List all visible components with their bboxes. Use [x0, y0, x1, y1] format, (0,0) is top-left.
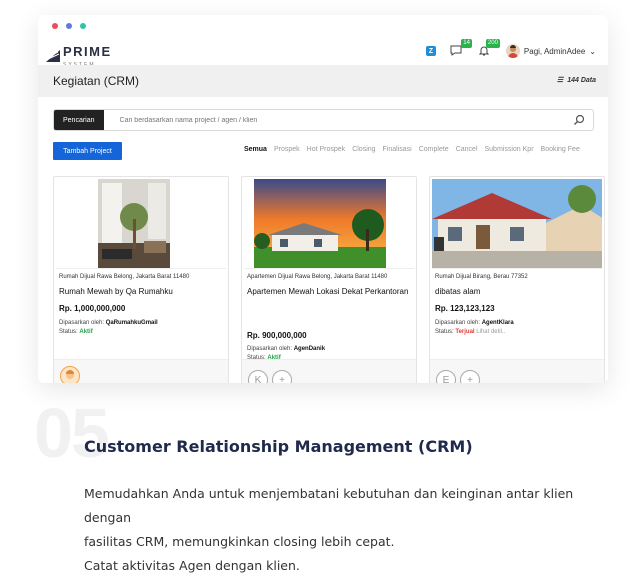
- card-price: Rp. 900,000,000: [247, 331, 307, 340]
- app-screenshot-mockup: PRIME SYSTEM Z 14 200 Pagi, AdminAdee ⌄ …: [38, 15, 608, 383]
- project-cards: Rumah Dijual Rawa Belong, Jakarta Barat …: [53, 176, 605, 383]
- marketed-by-label: Dipasarkan oleh:: [435, 320, 481, 326]
- tab-finalisasi[interactable]: Finalisasi: [383, 146, 412, 153]
- status-value: Aktif: [79, 329, 93, 335]
- marketed-by-label: Dipasarkan oleh:: [247, 346, 293, 352]
- messages-count: 14: [461, 39, 472, 48]
- feature-desc-line: Catat aktivitas Agen dengan klien.: [84, 558, 300, 573]
- agent-avatar[interactable]: [60, 366, 80, 383]
- feature-number: 05: [34, 394, 110, 472]
- detail-link[interactable]: Lihat detil..: [476, 329, 505, 335]
- tab-closing[interactable]: Closing: [352, 146, 375, 153]
- status-tabs: Semua Prospek Hot Prospek Closing Finali…: [244, 146, 580, 153]
- card-footer: E +: [430, 359, 604, 383]
- card-title[interactable]: Apartemen Mewah Lokasi Dekat Perkantoran: [247, 286, 415, 298]
- card-location: Rumah Dijual Rawa Belong, Jakarta Barat …: [59, 274, 190, 280]
- data-count: ☰ 144 Data: [556, 76, 596, 85]
- feature-desc-line: fasilitas CRM, memungkinkan closing lebi…: [84, 534, 395, 549]
- tab-submission-kpr[interactable]: Submission Kpr: [485, 146, 534, 153]
- page-header: Kegiatan (CRM) ☰ 144 Data: [38, 65, 608, 97]
- marketed-by-agent[interactable]: AgenDanik: [294, 346, 325, 352]
- plus-icon: +: [467, 374, 473, 384]
- card-title[interactable]: Rumah Mewah by Qa Rumahku: [59, 286, 227, 298]
- agent-initial-avatar[interactable]: K: [248, 370, 268, 383]
- user-greeting: Pagi, AdminAdee: [523, 46, 586, 56]
- z-badge[interactable]: Z: [425, 46, 436, 56]
- project-card[interactable]: Apartemen Dijual Rawa Belong, Jakarta Ba…: [241, 176, 417, 383]
- feature-title: Customer Relationship Management (CRM): [84, 437, 473, 456]
- minimize-dot[interactable]: [66, 23, 72, 29]
- card-footer: [54, 359, 228, 383]
- tab-prospek[interactable]: Prospek: [274, 146, 300, 153]
- marketed-by-agent[interactable]: QaRumahkuGmail: [106, 320, 158, 326]
- tab-cancel[interactable]: Cancel: [456, 146, 478, 153]
- project-card[interactable]: Rumah Dijual Rawa Belong, Jakarta Barat …: [53, 176, 229, 383]
- chevron-down-icon: ⌄: [589, 46, 596, 56]
- add-agent-button[interactable]: +: [272, 370, 292, 383]
- feature-description: Memudahkan Anda untuk menjembatani kebut…: [84, 482, 624, 578]
- search-input[interactable]: [103, 116, 573, 124]
- close-dot[interactable]: [52, 23, 58, 29]
- search-icon[interactable]: [573, 114, 585, 126]
- card-location: Apartemen Dijual Rawa Belong, Jakarta Ba…: [247, 274, 388, 280]
- tab-booking-fee[interactable]: Booking Fee: [541, 146, 580, 153]
- card-title[interactable]: dibatas alam: [435, 286, 603, 298]
- marketed-by-agent[interactable]: AgentKlara: [482, 320, 514, 326]
- user-menu[interactable]: Pagi, AdminAdee ⌄: [505, 44, 596, 58]
- search-button[interactable]: Pencarian: [54, 110, 104, 130]
- user-avatar: [505, 44, 520, 58]
- page-title: Kegiatan (CRM): [53, 74, 140, 88]
- add-agent-button[interactable]: +: [460, 370, 480, 383]
- card-price: Rp. 123,123,123: [435, 304, 495, 313]
- window-controls: [52, 23, 86, 29]
- maximize-dot[interactable]: [80, 23, 86, 29]
- messages-button[interactable]: 14: [450, 39, 472, 57]
- property-image: [244, 179, 414, 269]
- feature-desc-line: Memudahkan Anda untuk menjembatani kebut…: [84, 486, 574, 525]
- marketed-by-label: Dipasarkan oleh:: [59, 320, 105, 326]
- card-footer: K +: [242, 359, 416, 383]
- card-location: Rumah Dijual Birang, Berau 77352: [435, 274, 528, 280]
- card-price: Rp. 1,000,000,000: [59, 304, 126, 313]
- list-icon: ☰: [556, 77, 564, 84]
- card-meta: Dipasarkan oleh: QaRumahkuGmail Status: …: [59, 319, 158, 337]
- logo-text: PRIME: [63, 44, 112, 59]
- property-image: [432, 179, 602, 269]
- tab-complete[interactable]: Complete: [419, 146, 449, 153]
- notifications-button[interactable]: 200: [478, 39, 500, 57]
- project-card[interactable]: Rumah Dijual Birang, Berau 77352 dibatas…: [429, 176, 605, 383]
- add-project-button[interactable]: Tambah Project: [53, 142, 122, 160]
- data-count-text: 144 Data: [567, 76, 596, 84]
- header-actions: Z 14 200 Pagi, AdminAdee ⌄: [425, 39, 596, 58]
- chat-icon: [450, 45, 462, 56]
- plus-icon: +: [279, 374, 285, 384]
- agent-initial-avatar[interactable]: E: [436, 370, 456, 383]
- logo-mark-icon: [46, 49, 60, 62]
- status-value: Terjual: [455, 329, 475, 335]
- status-label: Status:: [435, 329, 454, 335]
- tab-semua[interactable]: Semua: [244, 146, 267, 153]
- notifications-count: 200: [485, 39, 500, 48]
- tab-hot-prospek[interactable]: Hot Prospek: [307, 146, 346, 153]
- card-meta: Dipasarkan oleh: AgentKlara Status: Terj…: [435, 319, 514, 337]
- search-bar: Pencarian: [53, 109, 594, 131]
- status-label: Status:: [59, 329, 78, 335]
- property-image: [56, 179, 226, 269]
